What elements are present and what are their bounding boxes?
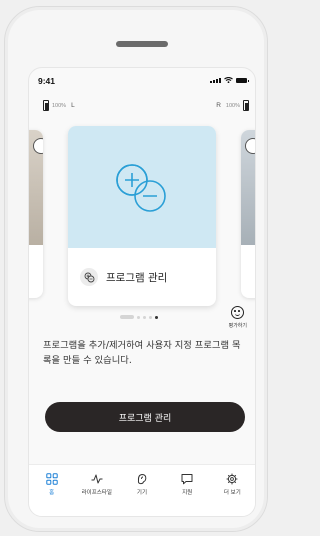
tab-support[interactable]: 지원 (166, 473, 208, 496)
right-battery-percent: 100% (225, 102, 240, 109)
right-battery-icon (243, 100, 249, 111)
right-hearing-aid-status: R 100% (214, 100, 249, 111)
pager-dot-active[interactable] (155, 315, 158, 319)
status-time: 9:41 (38, 76, 56, 86)
pager-dot[interactable] (149, 315, 152, 319)
phone-battery-icon (236, 78, 249, 83)
tab-label: 더 보기 (223, 490, 241, 496)
plus-minus-circles-icon (116, 164, 166, 212)
pager-dot[interactable] (143, 315, 146, 319)
left-battery-percent: 100% (52, 102, 67, 109)
pager-dot[interactable] (137, 315, 140, 319)
card-label-row: 프로그램 관리 (68, 248, 216, 306)
card-title: 프로그램 관리 (106, 271, 168, 284)
carousel-card-previous[interactable] (29, 130, 43, 298)
wifi-icon (224, 77, 233, 83)
carousel-card-current[interactable]: 프로그램 관리 (68, 126, 216, 306)
home-grid-icon (45, 473, 58, 485)
tab-label: 지원 (182, 490, 193, 496)
pager-indicator[interactable] (120, 315, 134, 319)
tab-home[interactable]: 홈 (31, 473, 73, 496)
cellular-signal-icon (210, 78, 221, 83)
tab-device[interactable]: 기기 (121, 473, 163, 496)
bottom-tab-bar: 홈 라이프스타일 기기 지원 더 보기 (29, 464, 255, 516)
phone-device-frame: 9:41 100% L R 100% 프로그램 관리 평가하기 프로그램을 추가… (4, 6, 268, 532)
tab-label: 기기 (136, 490, 148, 496)
previous-card-badge-icon (33, 138, 43, 154)
device-ear-icon (137, 473, 147, 485)
description-text: 프로그램을 추가/제거하여 사용자 지정 프로그램 목록을 만들 수 있습니다. (43, 340, 241, 366)
tab-label: 라이프스타일 (81, 490, 112, 496)
rate-label: 평가하기 (228, 323, 247, 329)
rate-button[interactable]: 평가하기 (229, 306, 247, 329)
chat-bubble-icon (181, 474, 193, 485)
tab-label: 홈 (49, 490, 55, 496)
program-management-button[interactable]: 프로그램 관리 (45, 402, 245, 432)
lifestyle-pulse-icon (91, 474, 103, 484)
carousel-card-next[interactable] (241, 130, 255, 298)
tab-lifestyle[interactable]: 라이프스타일 (76, 473, 118, 496)
left-hearing-aid-status: 100% L (43, 100, 77, 111)
program-management-illustration (68, 126, 216, 248)
program-icon (80, 268, 98, 286)
system-icons (210, 77, 249, 83)
app-screen: 9:41 100% L R 100% 프로그램 관리 평가하기 프로그램을 추가… (28, 67, 256, 517)
left-side-label: L (71, 102, 75, 109)
phone-speaker (116, 41, 168, 47)
gear-icon (226, 473, 238, 485)
left-battery-icon (43, 100, 49, 111)
smiley-icon (231, 306, 245, 319)
carousel-pager[interactable] (120, 315, 158, 319)
tab-more[interactable]: 더 보기 (211, 473, 253, 496)
next-card-badge-icon (245, 138, 255, 154)
right-side-label: R (216, 102, 221, 109)
status-bar: 9:41 (29, 68, 255, 92)
